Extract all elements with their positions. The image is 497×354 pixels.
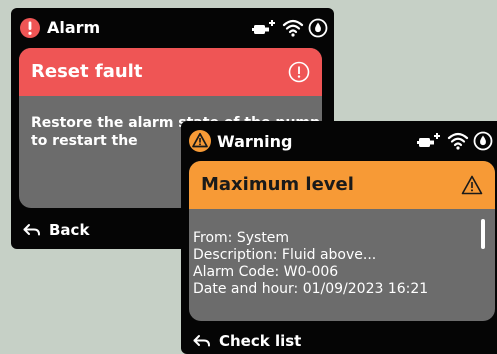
check-list-button[interactable]: Check list (193, 332, 301, 350)
detail-from: From: System (193, 230, 290, 246)
warning-triangle-icon (461, 175, 483, 199)
alarm-card-header: Reset fault (19, 48, 322, 96)
alarm-top-bar: Alarm (11, 8, 334, 48)
warning-details: From: System Description: Fluid above...… (193, 230, 428, 298)
wifi-icon (282, 19, 304, 37)
plug-icon (417, 133, 440, 147)
scrollbar-thumb[interactable] (481, 219, 485, 249)
details-scrollbar[interactable] (481, 219, 485, 273)
back-button[interactable]: Back (23, 221, 89, 239)
water-drop-icon (473, 131, 493, 151)
status-icons (252, 18, 328, 40)
detail-description: Description: Fluid above... (193, 247, 377, 263)
warning-screen: Warning Maximum level From: System Descr… (181, 121, 497, 354)
exclamation-circle-icon (19, 17, 41, 43)
back-arrow-icon (23, 224, 40, 236)
warning-card-header: Maximum level (189, 161, 495, 209)
warning-heading: Maximum level (201, 174, 354, 195)
check-list-label: Check list (219, 332, 302, 350)
info-circle-icon (288, 61, 310, 87)
warning-triangle-icon (188, 129, 212, 157)
water-drop-icon (308, 18, 328, 38)
detail-date-hour: Date and hour: 01/09/2023 16:21 (193, 281, 429, 297)
alarm-screen-title: Alarm (47, 18, 101, 37)
back-arrow-icon (193, 335, 210, 347)
alarm-heading: Reset fault (31, 61, 143, 82)
warning-top-bar: Warning (181, 121, 497, 161)
warning-screen-title: Warning (217, 132, 293, 151)
back-label: Back (49, 221, 90, 239)
status-icons (417, 131, 493, 153)
wifi-icon (447, 132, 469, 150)
detail-alarm-code: Alarm Code: W0-006 (193, 264, 339, 280)
plug-icon (252, 20, 275, 34)
